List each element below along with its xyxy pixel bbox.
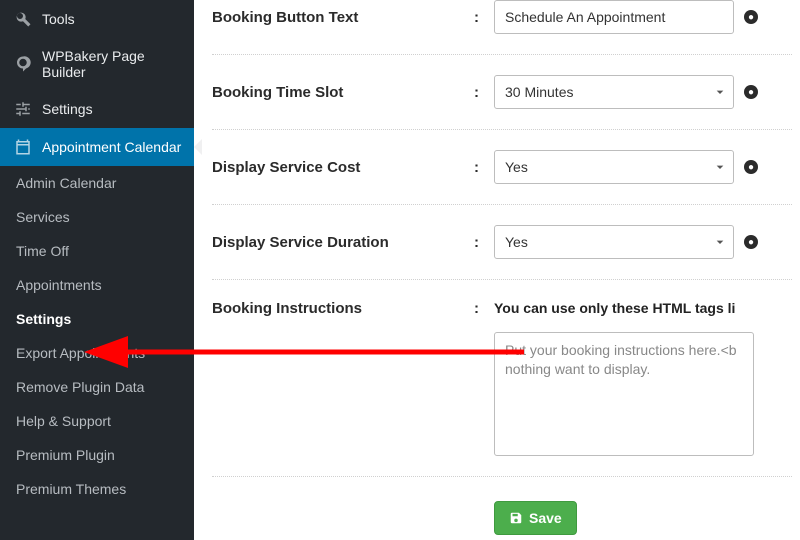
row-booking-time-slot: Booking Time Slot : 30 Minutes ● (212, 55, 792, 130)
field-label: Display Service Cost (212, 159, 474, 176)
sidebar-item-label: Settings (42, 101, 93, 117)
settings-panel: Booking Button Text : ● Booking Time Slo… (194, 0, 800, 540)
field: You can use only these HTML tags li Put … (494, 300, 792, 456)
sidebar-sub-appointments[interactable]: Appointments (0, 268, 194, 302)
sidebar-submenu: Admin Calendar Services Time Off Appoint… (0, 166, 194, 506)
wrench-icon (14, 10, 32, 28)
sidebar-sub-remove-plugin-data[interactable]: Remove Plugin Data (0, 370, 194, 404)
save-row: Save (212, 476, 792, 535)
display-service-cost-select[interactable]: Yes (494, 150, 734, 184)
sidebar-item-label: WPBakery Page Builder (42, 48, 184, 80)
row-display-service-cost: Display Service Cost : Yes ● (212, 130, 792, 205)
field: Yes ● (494, 225, 792, 259)
row-booking-instructions: Booking Instructions : You can use only … (212, 280, 792, 476)
booking-instructions-textarea[interactable]: Put your booking instructions here.<b no… (494, 332, 754, 456)
field-label: Booking Instructions (212, 300, 474, 317)
info-icon[interactable]: ● (744, 235, 758, 249)
info-icon[interactable]: ● (744, 85, 758, 99)
row-booking-button-text: Booking Button Text : ● (212, 0, 792, 55)
sidebar-item-settings[interactable]: Settings (0, 90, 194, 128)
field-label: Booking Button Text (212, 9, 474, 26)
sidebar-item-wpbakery[interactable]: WPBakery Page Builder (0, 38, 194, 90)
row-display-service-duration: Display Service Duration : Yes ● (212, 205, 792, 280)
field: Yes ● (494, 150, 792, 184)
admin-sidebar: Tools WPBakery Page Builder Settings App… (0, 0, 194, 540)
colon: : (474, 234, 494, 251)
sidebar-sub-premium-themes[interactable]: Premium Themes (0, 472, 194, 506)
save-icon (509, 511, 523, 525)
field: ● (494, 0, 792, 34)
sidebar-sub-time-off[interactable]: Time Off (0, 234, 194, 268)
booking-time-slot-select[interactable]: 30 Minutes (494, 75, 734, 109)
sidebar-top-menu: Tools WPBakery Page Builder Settings App… (0, 0, 194, 166)
sidebar-sub-help-support[interactable]: Help & Support (0, 404, 194, 438)
save-button-label: Save (529, 510, 562, 526)
calendar-icon (14, 138, 32, 156)
sidebar-sub-admin-calendar[interactable]: Admin Calendar (0, 166, 194, 200)
colon: : (474, 9, 494, 26)
colon: : (474, 300, 494, 317)
sidebar-item-label: Tools (42, 11, 75, 27)
display-service-duration-select[interactable]: Yes (494, 225, 734, 259)
sidebar-item-label: Appointment Calendar (42, 139, 181, 155)
app-root: Tools WPBakery Page Builder Settings App… (0, 0, 800, 540)
settings-form: Booking Button Text : ● Booking Time Slo… (212, 0, 792, 535)
sidebar-sub-premium-plugin[interactable]: Premium Plugin (0, 438, 194, 472)
sidebar-item-tools[interactable]: Tools (0, 0, 194, 38)
sidebar-sub-settings[interactable]: Settings (0, 302, 194, 336)
colon: : (474, 159, 494, 176)
field: 30 Minutes ● (494, 75, 792, 109)
sliders-icon (14, 100, 32, 118)
save-button[interactable]: Save (494, 501, 577, 535)
field-label: Display Service Duration (212, 234, 474, 251)
field-label: Booking Time Slot (212, 84, 474, 101)
info-icon[interactable]: ● (744, 10, 758, 24)
colon: : (474, 84, 494, 101)
sidebar-sub-export-appointments[interactable]: Export Appointments (0, 336, 194, 370)
booking-button-text-input[interactable] (494, 0, 734, 34)
info-icon[interactable]: ● (744, 160, 758, 174)
sidebar-item-appointment-calendar[interactable]: Appointment Calendar (0, 128, 194, 166)
instructions-hint: You can use only these HTML tags li (494, 300, 735, 316)
sidebar-sub-services[interactable]: Services (0, 200, 194, 234)
wpb-icon (14, 55, 32, 73)
